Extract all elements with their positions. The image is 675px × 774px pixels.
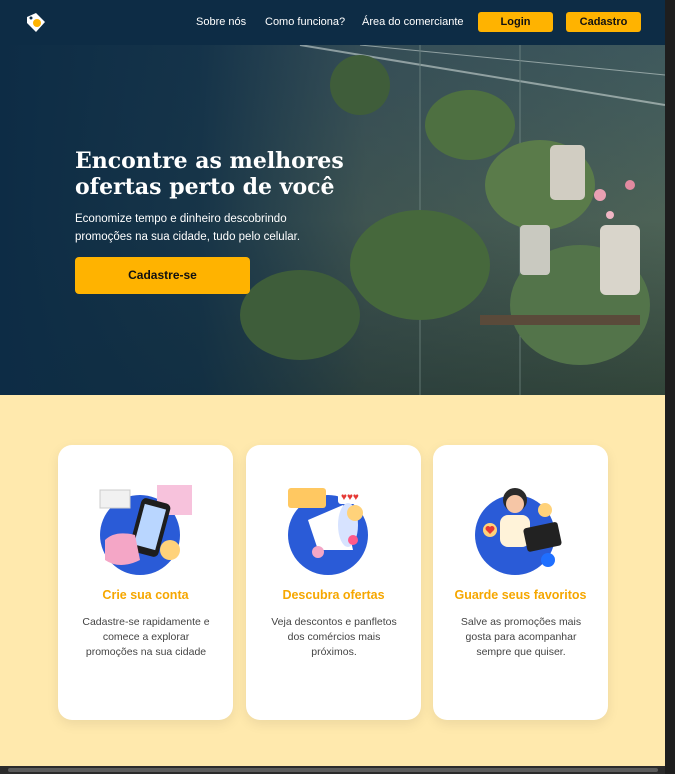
feature-title: Descubra ofertas (282, 588, 385, 602)
hero-title-line-2: ofertas perto de você (75, 174, 335, 200)
top-navbar: Sobre nós Como funciona? Área do comerci… (0, 0, 665, 45)
feature-text: Cadastre-se rapidamente e comece a explo… (82, 616, 210, 658)
hero-title-line-1: Encontre as melhores (75, 148, 344, 174)
hero-signup-button[interactable]: Cadastre-se (75, 257, 250, 294)
login-button[interactable]: Login (478, 12, 553, 32)
megaphone-icon: ♥♥♥ (288, 488, 376, 575)
feature-text: Veja descontos e panfletos dos comércios… (271, 616, 397, 658)
nav-about[interactable]: Sobre nós (196, 0, 246, 45)
feature-card-save-favorites: Guarde seus favoritos Salve as promoções… (433, 445, 608, 720)
feature-title: Guarde seus favoritos (454, 588, 587, 602)
price-tag-logo-icon[interactable] (24, 11, 48, 35)
hero-title: Encontre as melhores ofertas perto de vo… (75, 148, 375, 200)
hero-subtitle: Economize tempo e dinheiro descobrindo p… (75, 213, 301, 243)
svg-text:♥♥♥: ♥♥♥ (341, 492, 359, 503)
feature-title: Crie sua conta (102, 588, 189, 602)
horizontal-scrollbar-thumb[interactable] (8, 768, 658, 772)
window-scrollbar-track[interactable] (665, 0, 675, 774)
phone-shopping-icon (99, 485, 192, 575)
hero-banner: Encontre as melhores ofertas perto de vo… (0, 45, 665, 395)
signup-button[interactable]: Cadastro (566, 12, 641, 32)
nav-how-it-works[interactable]: Como funciona? (265, 0, 345, 45)
feature-card-discover-offers: ♥♥♥ Descubra ofertas Veja descontos e pa… (246, 445, 421, 720)
nav-merchant-area[interactable]: Área do comerciante (362, 0, 464, 45)
person-laptop-icon (475, 488, 562, 575)
feature-text: Salve as promoções mais gosta para acomp… (460, 616, 582, 658)
feature-card-create-account: Crie sua conta Cadastre-se rapidamente e… (58, 445, 233, 720)
